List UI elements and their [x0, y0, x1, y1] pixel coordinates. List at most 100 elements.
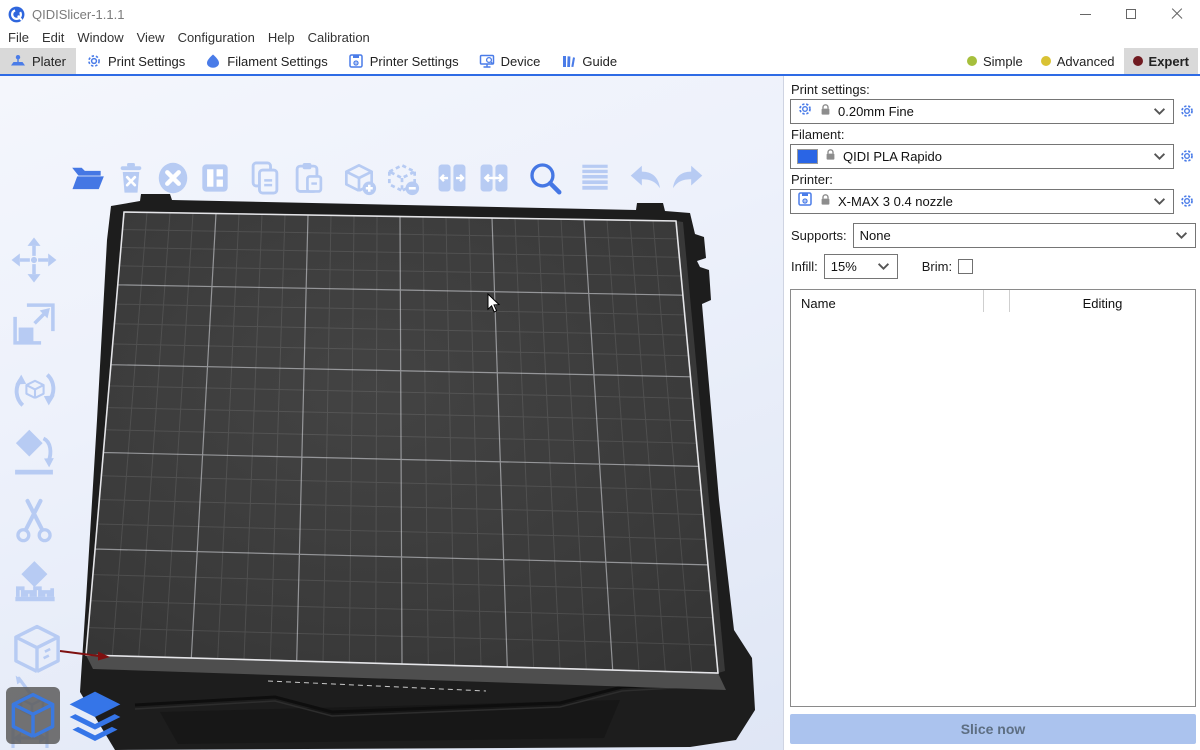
- supports-label: Supports:: [791, 228, 847, 243]
- printer-value: X-MAX 3 0.4 nozzle: [838, 194, 953, 209]
- preview-view-icon[interactable]: [63, 686, 127, 748]
- filament-combo[interactable]: QIDI PLA Rapido: [790, 144, 1174, 169]
- title-bar: QIDISlicer-1.1.1: [0, 0, 1200, 28]
- add-instance-icon[interactable]: [340, 159, 378, 197]
- object-list-header: Name Editing: [791, 290, 1195, 316]
- filament-value: QIDI PLA Rapido: [843, 149, 942, 164]
- lock-icon: [824, 148, 837, 166]
- paste-icon[interactable]: [290, 159, 328, 197]
- delete-icon[interactable]: [112, 159, 150, 197]
- mode-label: Expert: [1149, 54, 1189, 69]
- chevron-down-icon: [877, 258, 890, 276]
- chevron-down-icon: [1153, 148, 1166, 166]
- lock-icon: [819, 193, 832, 211]
- device-icon: [479, 53, 495, 69]
- gear-icon: [797, 101, 813, 122]
- tab-label: Guide: [582, 54, 617, 69]
- tab-plater[interactable]: Plater: [0, 48, 76, 74]
- close-icon: [1171, 8, 1183, 20]
- printer-gear-button[interactable]: [1179, 193, 1196, 210]
- redo-icon[interactable]: [669, 159, 707, 197]
- place-on-face-tool-icon[interactable]: [8, 429, 60, 481]
- settings-sidebar: Print settings: 0.20mm Fine Filament: QI…: [784, 76, 1200, 750]
- open-icon[interactable]: [69, 159, 107, 197]
- infill-combo[interactable]: 15%: [824, 254, 898, 279]
- 3d-viewport[interactable]: [0, 76, 783, 750]
- copy-icon[interactable]: [246, 159, 284, 197]
- guide-icon: [560, 53, 576, 69]
- filament-color-swatch: [797, 149, 818, 164]
- plater-icon: [10, 53, 26, 69]
- mode-expert[interactable]: Expert: [1124, 48, 1198, 74]
- cut-tool-icon[interactable]: [8, 495, 60, 547]
- printer-icon: [348, 53, 364, 69]
- tab-device[interactable]: Device: [469, 48, 551, 74]
- tab-label: Device: [501, 54, 541, 69]
- maximize-icon: [1126, 9, 1136, 19]
- printer-label: Printer:: [791, 172, 1196, 187]
- mode-dot-icon: [1133, 56, 1143, 66]
- scale-tool-icon[interactable]: [8, 298, 60, 350]
- tab-label: Print Settings: [108, 54, 185, 69]
- arrange-icon[interactable]: [196, 159, 234, 197]
- menu-help[interactable]: Help: [268, 30, 306, 47]
- brim-checkbox[interactable]: [958, 259, 973, 274]
- menu-view[interactable]: View: [137, 30, 176, 47]
- tab-bar: Plater Print Settings Filament Settings Pri…: [0, 48, 1200, 76]
- printer-combo[interactable]: X-MAX 3 0.4 nozzle: [790, 189, 1174, 214]
- filament-label: Filament:: [791, 127, 1196, 142]
- minimize-icon: [1080, 14, 1091, 15]
- remove-instance-icon[interactable]: [383, 159, 421, 197]
- rotate-tool-icon[interactable]: [8, 363, 62, 417]
- infill-value: 15%: [831, 259, 857, 274]
- print-settings-combo[interactable]: 0.20mm Fine: [790, 99, 1174, 124]
- minimize-button[interactable]: [1062, 0, 1108, 28]
- split-objects-icon[interactable]: [433, 159, 471, 197]
- slice-now-button[interactable]: Slice now: [790, 714, 1196, 744]
- mode-dot-icon: [1041, 56, 1051, 66]
- print-settings-gear-button[interactable]: [1179, 103, 1196, 120]
- tab-printer-settings[interactable]: Printer Settings: [338, 48, 469, 74]
- print-settings-value: 0.20mm Fine: [838, 104, 914, 119]
- variable-layer-height-icon[interactable]: [576, 159, 614, 197]
- mode-simple[interactable]: Simple: [958, 48, 1032, 74]
- supports-value: None: [860, 228, 891, 243]
- brim-label: Brim:: [922, 259, 952, 274]
- menu-window[interactable]: Window: [77, 30, 134, 47]
- menu-bar: FileEditWindowViewConfigurationHelpCalib…: [0, 28, 1200, 48]
- extruder-column-header: [983, 290, 1010, 312]
- chevron-down-icon: [1175, 227, 1188, 245]
- maximize-button[interactable]: [1108, 0, 1154, 28]
- tab-print-settings[interactable]: Print Settings: [76, 48, 195, 74]
- tab-filament-settings[interactable]: Filament Settings: [195, 48, 337, 74]
- 3d-editor-view-icon[interactable]: [6, 687, 60, 744]
- mode-advanced[interactable]: Advanced: [1032, 48, 1124, 74]
- paint-supports-tool-icon[interactable]: [8, 560, 62, 614]
- infill-label: Infill:: [791, 259, 818, 274]
- close-button[interactable]: [1154, 0, 1200, 28]
- search-icon[interactable]: [526, 159, 564, 197]
- mode-label: Advanced: [1057, 54, 1115, 69]
- seam-tool-icon[interactable]: [8, 620, 66, 678]
- app-logo-icon: [8, 6, 25, 23]
- menu-file[interactable]: File: [8, 30, 40, 47]
- object-list[interactable]: Name Editing: [790, 289, 1196, 707]
- delete-all-icon[interactable]: [154, 159, 192, 197]
- filament-icon: [205, 53, 221, 69]
- printer-icon: [797, 191, 813, 212]
- tab-label: Plater: [32, 54, 66, 69]
- tab-guide[interactable]: Guide: [550, 48, 627, 74]
- menu-calibration[interactable]: Calibration: [308, 30, 381, 47]
- supports-combo[interactable]: None: [853, 223, 1196, 248]
- menu-configuration[interactable]: Configuration: [178, 30, 266, 47]
- split-parts-icon[interactable]: [475, 159, 513, 197]
- tab-label: Filament Settings: [227, 54, 327, 69]
- undo-icon[interactable]: [626, 159, 664, 197]
- name-column-header: Name: [791, 296, 983, 311]
- mode-switcher: Simple Advanced Expert: [958, 48, 1198, 74]
- filament-gear-button[interactable]: [1179, 148, 1196, 165]
- app-window: QIDISlicer-1.1.1 FileEditWindowViewConfi…: [0, 0, 1200, 750]
- menu-edit[interactable]: Edit: [42, 30, 75, 47]
- window-title: QIDISlicer-1.1.1: [32, 7, 124, 22]
- move-tool-icon[interactable]: [8, 234, 60, 286]
